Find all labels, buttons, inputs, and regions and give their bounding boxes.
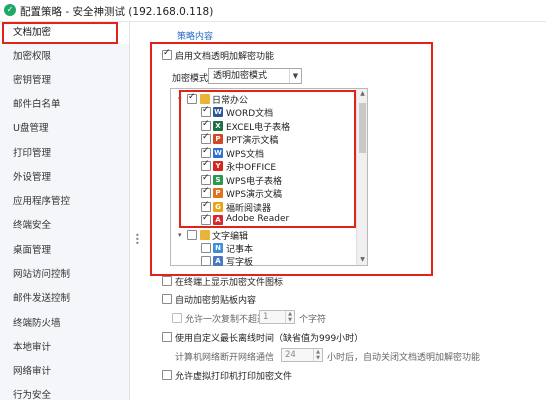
sidebar-item-behavior-security[interactable]: 行为安全	[0, 385, 129, 400]
sidebar-item-endpoint-firewall[interactable]: 终端防火墙	[0, 313, 129, 335]
sidebar-item-peripheral-management[interactable]: 外设管理	[0, 167, 129, 189]
sidebar-item-mail-send-control[interactable]: 邮件发送控制	[0, 288, 129, 310]
highlight-box-sidebar	[2, 22, 118, 44]
sidebar-item-desktop-management[interactable]: 桌面管理	[0, 240, 129, 262]
copy-limit-suffix: 个字符	[299, 315, 327, 325]
highlight-box-office-apps	[179, 90, 356, 228]
section-title: 策略内容	[177, 32, 214, 42]
show-icon-checkbox[interactable]	[162, 276, 172, 286]
offline-time-checkbox[interactable]	[162, 332, 172, 342]
auto-clipboard-checkbox[interactable]	[162, 294, 172, 304]
sidebar-item-key-management[interactable]: 密钥管理	[0, 70, 129, 92]
auto-clipboard-label: 自动加密剪贴板内容	[175, 296, 257, 306]
sidebar-item-website-control[interactable]: 网站访问控制	[0, 264, 129, 286]
spin-arrows-icon[interactable]: ▲ ▼	[313, 349, 322, 361]
show-icon-label: 在终端上显示加密文件图标	[175, 278, 284, 288]
spin-arrows-icon[interactable]: ▲ ▼	[285, 311, 294, 323]
offline-prefix: 计算机网络断开网络通信	[175, 353, 275, 363]
virtual-print-checkbox[interactable]	[162, 370, 172, 380]
sidebar-item-network-audit[interactable]: 网络审计	[0, 361, 129, 383]
sidebar-item-usb-management[interactable]: U盘管理	[0, 118, 129, 140]
copy-limit-checkbox[interactable]	[172, 313, 182, 323]
sidebar: 文档加密 加密权限 密钥管理 邮件白名单 U盘管理 打印管理 外设管理 应用程序…	[0, 22, 130, 400]
sidebar-item-print-management[interactable]: 打印管理	[0, 143, 129, 165]
shield-icon: ✓	[4, 4, 16, 16]
copy-limit-stepper[interactable]: 1 ▲ ▼	[259, 310, 295, 324]
splitter-handle[interactable]: • • •	[135, 232, 140, 248]
virtual-print-label: 允许虚拟打印机打印加密文件	[175, 372, 293, 382]
sidebar-item-encryption-permissions[interactable]: 加密权限	[0, 46, 129, 68]
offline-time-label: 使用自定义最长离线时间（缺省值为999小时）	[175, 334, 364, 344]
sidebar-item-endpoint-security[interactable]: 终端安全	[0, 215, 129, 237]
sidebar-item-app-control[interactable]: 应用程序管控	[0, 191, 129, 213]
sidebar-item-local-audit[interactable]: 本地审计	[0, 337, 129, 359]
title-bar: ✓ 配置策略 - 安全神测试 (192.168.0.118)	[0, 0, 546, 22]
window-title: 配置策略 - 安全神测试 (192.168.0.118)	[20, 6, 214, 18]
copy-limit-prefix: 允许一次复制不超过	[185, 315, 267, 325]
offline-suffix: 小时后，自动关闭文档透明加解密功能	[327, 353, 481, 363]
copy-limit-value: 1	[263, 312, 269, 322]
offline-hours-stepper[interactable]: 24 ▲ ▼	[281, 348, 323, 362]
sidebar-item-mail-whitelist[interactable]: 邮件白名单	[0, 94, 129, 116]
offline-hours-value: 24	[285, 350, 296, 360]
